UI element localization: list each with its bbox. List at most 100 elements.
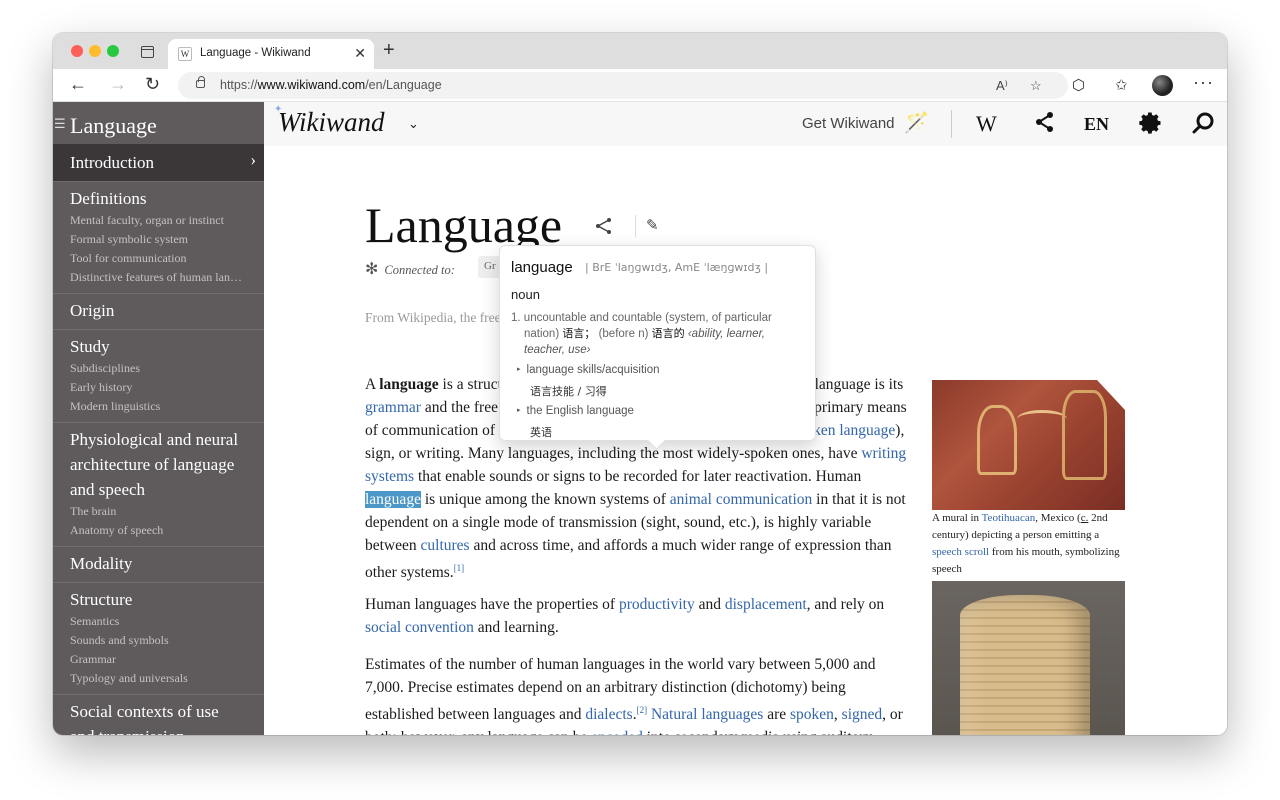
profile-avatar[interactable] xyxy=(1152,75,1173,96)
close-window-button[interactable] xyxy=(71,45,83,57)
mural-caption: A mural in Teotihuacan, Mexico (c. 2nd c… xyxy=(932,512,1120,575)
toc-section[interactable]: Modality xyxy=(53,546,264,582)
zoom-window-button[interactable] xyxy=(107,45,119,57)
toc-section[interactable]: Social contexts of use and transmissionU… xyxy=(53,694,264,735)
tab-actions-icon[interactable] xyxy=(141,46,154,58)
header-divider xyxy=(951,110,952,138)
address-bar[interactable]: https://www.wikiwand.com/en/Language A⁾ … xyxy=(178,72,1068,99)
share-icon[interactable] xyxy=(1034,111,1056,139)
toc-section[interactable]: Physiological and neural architecture of… xyxy=(53,422,264,546)
menu-icon[interactable]: ☰ xyxy=(54,117,66,132)
citation-2[interactable]: [2] xyxy=(637,705,648,715)
browser-tab[interactable]: W Language - Wikiwand ✕ xyxy=(168,39,374,69)
favorites-icon[interactable]: ✩ xyxy=(1115,76,1128,94)
link-social-convention[interactable]: social convention xyxy=(365,619,474,636)
toc-subsection[interactable]: Tool for communication xyxy=(70,249,247,268)
search-icon[interactable] xyxy=(1192,111,1216,141)
properties-paragraph: Human languages have the properties of p… xyxy=(365,596,885,636)
dict-headword: language xyxy=(511,259,573,276)
forward-button[interactable]: → xyxy=(109,74,127,95)
link-speech-scroll[interactable]: speech scroll xyxy=(932,546,989,558)
toc-subsection[interactable]: Formal symbolic system xyxy=(70,230,247,249)
extensions-icon[interactable]: ⬡ xyxy=(1072,76,1085,94)
toc-section-title[interactable]: Physiological and neural architecture of… xyxy=(70,427,247,502)
toc-subsection[interactable]: Subdisciplines xyxy=(70,359,247,378)
mural-figure xyxy=(977,405,1017,475)
selected-word-language[interactable]: language xyxy=(365,491,421,508)
back-button[interactable]: ← xyxy=(69,74,87,95)
wikiwand-favicon-icon: W xyxy=(178,47,192,61)
toc-section-title[interactable]: Introduction xyxy=(70,150,247,175)
toc-subsection[interactable]: Semantics xyxy=(70,612,247,631)
toc-section[interactable]: Structure Semantics Sounds and symbols Gram… xyxy=(53,582,264,694)
toc-section-title[interactable]: Origin xyxy=(70,298,247,323)
toc-subsection[interactable]: Anatomy of speech xyxy=(70,521,247,540)
magic-wand-icon[interactable]: 🪄 xyxy=(904,110,929,135)
toc-subsection[interactable]: Modern linguistics xyxy=(70,397,247,416)
toc-subsection[interactable]: Grammar xyxy=(70,650,247,669)
citation-1[interactable]: [1] xyxy=(454,563,465,573)
link-encoded[interactable]: encoded xyxy=(591,729,643,735)
toc-subsection[interactable]: Typology and universals xyxy=(70,669,247,688)
link-cultures[interactable]: cultures xyxy=(421,537,470,554)
toc-subsection[interactable]: Distinctive features of human language xyxy=(70,268,247,287)
link-animal-communication[interactable]: animal communication xyxy=(670,491,812,508)
toc-subsection[interactable]: Mental faculty, organ or instinct xyxy=(70,211,247,230)
link-signed[interactable]: signed xyxy=(842,706,882,723)
link-productivity[interactable]: productivity xyxy=(619,596,695,613)
network-icon: ✻ xyxy=(365,261,379,278)
chevron-right-icon: › xyxy=(250,150,256,169)
dict-example-1-translation: 语言技能 / 习得 xyxy=(530,385,607,398)
tab-bar: W Language - Wikiwand ✕ + xyxy=(53,33,1227,69)
edit-pencil-icon[interactable]: ✎ xyxy=(646,216,659,234)
close-tab-icon[interactable]: ✕ xyxy=(354,45,366,62)
toc-sidebar: ☰ Language Introduction › Definitions Menta… xyxy=(53,102,264,735)
mural-image[interactable] xyxy=(932,380,1125,510)
read-aloud-icon[interactable]: A⁾ xyxy=(996,78,1008,94)
toc-section[interactable]: Introduction › xyxy=(53,144,264,181)
link-spoken[interactable]: spoken xyxy=(790,706,834,723)
toc-section[interactable]: Definitions Mental faculty, organ or inst… xyxy=(53,181,264,293)
lock-icon[interactable] xyxy=(196,76,205,88)
toc-section-title[interactable]: Social contexts of use and transmission xyxy=(70,699,247,735)
toc-section-title[interactable]: Study xyxy=(70,334,247,359)
link-natural-languages[interactable]: Natural languages xyxy=(651,706,763,723)
browser-window: W Language - Wikiwand ✕ + ← → ↻ https://… xyxy=(53,33,1227,735)
url-text[interactable]: https://www.wikiwand.com/en/Language xyxy=(220,78,442,92)
tab-title: Language - Wikiwand xyxy=(200,47,311,59)
toc-title: Language xyxy=(70,113,157,138)
wikiwand-logo[interactable]: Wikiwand xyxy=(278,107,385,138)
title-divider xyxy=(635,215,636,237)
chevron-down-icon[interactable]: ⌄ xyxy=(408,116,419,132)
toc-section-title[interactable]: Structure xyxy=(70,587,247,612)
browser-toolbar: ← → ↻ https://www.wikiwand.com/en/Langua… xyxy=(53,69,1227,102)
link-displacement[interactable]: displacement xyxy=(725,596,807,613)
toc-section-title[interactable]: Modality xyxy=(70,551,247,576)
cuneiform-tablet-image[interactable] xyxy=(932,581,1125,735)
connected-chip[interactable]: Gr xyxy=(478,256,500,278)
add-favorite-icon[interactable]: ☆ xyxy=(1030,78,1042,94)
minimize-window-button[interactable] xyxy=(89,45,101,57)
link-writing-systems[interactable]: writing systems xyxy=(365,445,906,485)
link-dialects[interactable]: dialects xyxy=(585,706,632,723)
toc-section[interactable]: Origin xyxy=(53,293,264,329)
toc-subsection[interactable]: The brain xyxy=(70,502,247,521)
toc-subsection[interactable]: Sounds and symbols xyxy=(70,631,247,650)
more-menu-icon[interactable]: ··· xyxy=(1193,72,1214,93)
wikiwand-header: ✦ Wikiwand ⌄ Get Wikiwand 🪄 W EN xyxy=(264,102,1227,146)
settings-gear-icon[interactable] xyxy=(1138,111,1162,141)
language-button[interactable]: EN xyxy=(1084,114,1109,135)
reload-button[interactable]: ↻ xyxy=(145,74,160,95)
get-wikiwand-button[interactable]: Get Wikiwand xyxy=(802,115,895,132)
share-article-icon[interactable] xyxy=(595,217,613,240)
new-tab-button[interactable]: + xyxy=(383,39,395,62)
toc-section-title[interactable]: Definitions xyxy=(70,186,247,211)
dict-pronunciation: | BrE ˈlaŋɡwɪdʒ, AmE ˈlæŋɡwɪdʒ | xyxy=(585,261,769,274)
wikipedia-icon[interactable]: W xyxy=(976,111,997,137)
mural-figure-right xyxy=(1062,390,1107,480)
link-grammar[interactable]: grammar xyxy=(365,399,421,416)
toc-subsection[interactable]: Early history xyxy=(70,378,247,397)
link-teotihuacan[interactable]: Teotihuacan xyxy=(982,512,1036,524)
toc-section[interactable]: Study Subdisciplines Early history Modern l… xyxy=(53,329,264,422)
toc-header[interactable]: ☰ Language xyxy=(53,102,264,144)
